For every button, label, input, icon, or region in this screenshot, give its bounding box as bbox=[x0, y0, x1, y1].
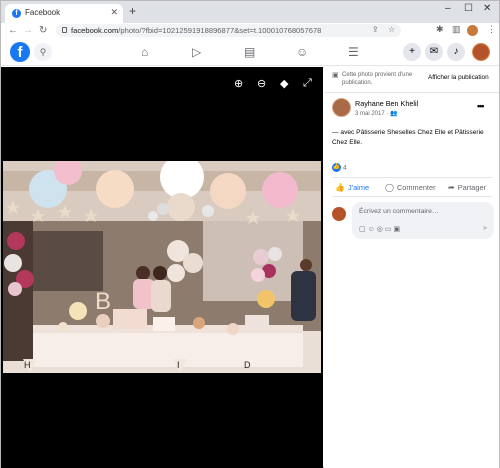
thumbs-up-icon: 👍 bbox=[335, 183, 345, 192]
photo-source-notice: ▣ Cette photo provient d'une publication… bbox=[332, 72, 422, 87]
reaction-count: 4 bbox=[343, 164, 347, 172]
home-icon[interactable]: ⌂ bbox=[141, 45, 148, 59]
tab-close-icon[interactable]: ✕ bbox=[110, 7, 118, 18]
divider bbox=[332, 177, 492, 178]
post-date: 3 mai 2017 · 👥 bbox=[355, 111, 398, 117]
author-name[interactable]: Rayhane Ben Khelil bbox=[355, 99, 418, 108]
tab-facebook[interactable]: f Facebook ✕ bbox=[5, 4, 123, 23]
messenger-icon[interactable]: ✉ bbox=[425, 43, 443, 61]
like-button[interactable]: 👍 J'aime bbox=[335, 183, 369, 192]
address-bar[interactable]: facebook.com/photo/?fbid=102125919188968… bbox=[56, 24, 401, 37]
post-panel: ▣ Cette photo provient d'une publication… bbox=[324, 67, 499, 468]
forward-icon[interactable]: → bbox=[23, 23, 33, 38]
author-avatar[interactable] bbox=[332, 98, 351, 117]
url-text: facebook.com/photo/?fbid=102125919188968… bbox=[71, 26, 322, 35]
browser-toolbar: ← → ↻ facebook.com/photo/?fbid=102125919… bbox=[1, 23, 499, 38]
comment-placeholder: Écrivez un commentaire… bbox=[359, 208, 439, 215]
fullscreen-icon[interactable]: ⤢ bbox=[303, 77, 312, 90]
divider bbox=[324, 92, 499, 93]
divider bbox=[332, 196, 492, 197]
event-photo[interactable]: B H I D bbox=[3, 161, 321, 373]
zoom-out-icon[interactable]: ⊖ bbox=[257, 77, 266, 90]
browser-window: f Facebook ✕ + – ☐ ✕ ← → ↻ facebook.com/… bbox=[0, 0, 500, 468]
bookmark-star-icon[interactable]: ☆ bbox=[388, 25, 395, 34]
share-page-icon[interactable]: ⇪ bbox=[372, 25, 379, 34]
sticker-icon[interactable]: ▣ bbox=[394, 226, 403, 233]
zoom-in-icon[interactable]: ⊕ bbox=[234, 77, 243, 90]
side-panel-icon[interactable]: ▥ bbox=[452, 24, 461, 35]
notifications-bell-icon[interactable]: ♪ bbox=[447, 43, 465, 61]
extensions-icon[interactable]: ✱ bbox=[436, 24, 444, 35]
create-icon[interactable]: + bbox=[403, 43, 421, 61]
facebook-logo[interactable]: f bbox=[10, 42, 30, 62]
tab-strip: f Facebook ✕ + – ☐ ✕ bbox=[1, 1, 499, 23]
comment-bubble-icon: ◯ bbox=[385, 183, 394, 192]
photo-letter: I bbox=[177, 360, 180, 370]
watch-icon[interactable]: ▷ bbox=[192, 45, 201, 59]
photo-letter: H bbox=[24, 360, 31, 370]
search-icon[interactable]: ⚲ bbox=[34, 43, 52, 61]
photo-viewer: ⊕ ⊖ ◆ ⤢ B H I D bbox=[1, 67, 323, 468]
tab-title: Facebook bbox=[25, 8, 61, 17]
maximize-icon[interactable]: ☐ bbox=[464, 3, 473, 14]
minimize-icon[interactable]: – bbox=[445, 3, 451, 14]
photo-letter: B bbox=[95, 288, 111, 315]
party-scene-image: B H I D bbox=[3, 161, 321, 373]
send-icon[interactable]: ➤ bbox=[482, 224, 488, 232]
close-window-icon[interactable]: ✕ bbox=[483, 3, 491, 14]
facebook-favicon-icon: f bbox=[12, 9, 21, 18]
share-arrow-icon: ➦ bbox=[448, 183, 455, 192]
friends-audience-icon: 👥 bbox=[390, 111, 398, 117]
comment-input[interactable]: Écrivez un commentaire… ▢☺◎▭▣ ➤ bbox=[352, 202, 494, 239]
reload-icon[interactable]: ↻ bbox=[39, 23, 47, 38]
share-button[interactable]: ➦ Partager bbox=[448, 183, 486, 192]
facebook-header: f ⚲ ⌂ ▷ ▤ ☺ ☰ + ✉ ♪ bbox=[1, 39, 499, 66]
groups-icon[interactable]: ☺ bbox=[296, 45, 308, 59]
marketplace-icon[interactable]: ▤ bbox=[244, 45, 255, 59]
more-options-icon[interactable]: ••• bbox=[477, 101, 485, 111]
commenter-avatar bbox=[332, 207, 346, 221]
view-publication-link[interactable]: Afficher la publication bbox=[428, 74, 489, 81]
camera-icon[interactable]: ◎ bbox=[377, 226, 385, 233]
new-tab-button[interactable]: + bbox=[129, 4, 136, 18]
emoji-icon[interactable]: ☺ bbox=[368, 226, 377, 233]
browser-menu-icon[interactable]: ⋮ bbox=[487, 24, 496, 35]
back-icon[interactable]: ← bbox=[8, 23, 18, 38]
menu-icon[interactable]: ☰ bbox=[348, 45, 359, 59]
avatar-sticker-icon[interactable]: ▢ bbox=[359, 226, 368, 233]
like-reaction-icon: 👍 bbox=[332, 163, 341, 172]
post-caption: — avec Pâtisserie Sheselles Chez Elle et… bbox=[332, 129, 484, 146]
notice-text: Cette photo provient d'une publication. bbox=[342, 72, 413, 86]
comment-tools: ▢☺◎▭▣ bbox=[359, 225, 402, 233]
account-avatar[interactable] bbox=[472, 43, 490, 61]
document-icon: ▣ bbox=[332, 72, 339, 79]
tag-icon[interactable]: ◆ bbox=[280, 77, 288, 90]
gif-icon[interactable]: ▭ bbox=[385, 226, 394, 233]
profile-avatar[interactable] bbox=[467, 25, 478, 36]
photo-letter: D bbox=[244, 360, 251, 370]
reaction-summary[interactable]: 👍 4 bbox=[332, 163, 347, 172]
comment-button[interactable]: ◯ Commenter bbox=[385, 183, 436, 192]
lock-icon bbox=[62, 27, 67, 33]
